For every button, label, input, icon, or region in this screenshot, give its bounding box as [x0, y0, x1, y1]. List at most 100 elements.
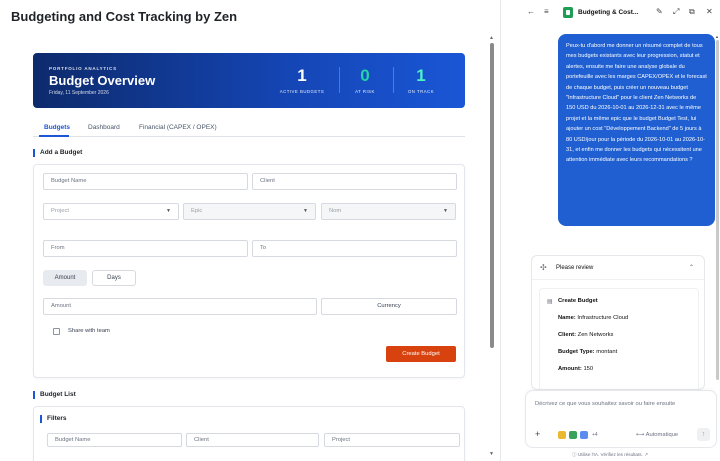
review-field-value: Zen Networks — [577, 332, 614, 338]
share-with-team-checkbox[interactable] — [53, 328, 60, 335]
tab-dashboard[interactable]: Dashboard — [88, 124, 120, 131]
review-field-amount: Amount: 150 — [558, 366, 593, 372]
assistant-title: Budgeting & Cost... — [578, 9, 639, 16]
scroll-thumb[interactable] — [490, 43, 494, 348]
review-field-value: montant — [596, 349, 618, 355]
open-external-icon[interactable]: ⧉ — [689, 7, 695, 17]
days-toggle[interactable]: Days — [92, 270, 136, 286]
project-select-value: Project — [51, 208, 70, 214]
review-action: Create Budget — [558, 298, 598, 304]
nom-select[interactable]: Nom ▼ — [321, 203, 456, 220]
tab-active-indicator — [39, 135, 69, 137]
project-select[interactable]: Project ▼ — [43, 203, 179, 220]
review-field-label: Client: — [558, 332, 577, 338]
review-field-label: Name: — [558, 315, 576, 321]
scroll-down-icon[interactable]: ▼ — [488, 451, 495, 457]
add-budget-heading: Add a Budget — [33, 149, 82, 157]
tab-financial[interactable]: Financial (CAPEX / OPEX) — [139, 124, 217, 131]
client-input[interactable]: Client — [252, 173, 457, 190]
mode-selector[interactable]: ⟷ Automatique — [636, 432, 678, 438]
panel-scroll-thumb[interactable] — [716, 40, 719, 380]
document-icon: ▤ — [547, 299, 553, 305]
stat-at-risk-value: 0 — [360, 66, 370, 85]
tool-chip-icon[interactable] — [569, 431, 577, 439]
close-icon[interactable]: ✕ — [706, 7, 713, 16]
review-title: Please review — [556, 265, 594, 271]
scroll-up-icon[interactable]: ▲ — [488, 35, 495, 41]
review-field-value: Infrastructure Cloud — [577, 315, 629, 321]
tab-budgets-label: Budgets — [44, 124, 70, 131]
tool-chip-icon[interactable] — [558, 431, 566, 439]
filter-client-input[interactable]: Client — [186, 433, 319, 447]
currency-select[interactable]: Currency — [321, 298, 457, 315]
menu-icon[interactable]: ≡ — [544, 7, 549, 16]
stat-on-track-value: 1 — [416, 66, 426, 85]
assistant-panel: ← ≡ Budgeting & Cost... ✎ ⤢ ⧉ ✕ ▲ Peux-t… — [500, 0, 720, 461]
stat-at-risk: 0 AT RISK — [336, 67, 394, 94]
from-date-input[interactable]: From — [43, 240, 248, 257]
review-field-name: Name: Infrastructure Cloud — [558, 315, 628, 321]
budget-list-card: Filters Budget Name Client Project — [33, 406, 465, 461]
main-scroll-area: PORTFOLIO ANALYTICS Budget Overview Frid… — [0, 33, 486, 461]
main-area: Budgeting and Cost Tracking by Zen PORTF… — [0, 0, 500, 461]
epic-select[interactable]: Epic ▼ — [183, 203, 316, 220]
review-details: ▤ Create Budget Name: Infrastructure Clo… — [539, 288, 699, 389]
chevron-down-icon: ▼ — [443, 208, 448, 214]
banner-eyebrow: PORTFOLIO ANALYTICS — [49, 66, 117, 71]
tab-budgets[interactable]: Budgets — [44, 124, 70, 131]
page-title: Budgeting and Cost Tracking by Zen — [11, 9, 238, 24]
tools-icon: ✣ — [540, 263, 547, 272]
create-budget-button[interactable]: Create Budget — [386, 346, 456, 362]
filter-budget-name-input[interactable]: Budget Name — [47, 433, 182, 447]
ai-disclaimer-text: Utilise l'IA. Vérifiez les résultats. — [577, 452, 643, 457]
user-message-bubble: Peux-tu d'abord me donner un résumé comp… — [558, 34, 715, 226]
amount-input[interactable]: Amount — [43, 298, 317, 315]
send-button[interactable]: ↑ — [697, 428, 710, 441]
edit-icon[interactable]: ✎ — [656, 7, 663, 16]
mode-icon: ⟷ — [636, 432, 646, 438]
review-card: ✣ Please review ⌃ ▤ Create Budget Name: … — [531, 255, 705, 390]
plus-icon[interactable]: + — [535, 429, 540, 439]
amount-toggle[interactable]: Amount — [43, 270, 87, 286]
review-header[interactable]: ✣ Please review ⌃ — [532, 256, 704, 280]
expand-icon[interactable]: ⤢ — [673, 7, 679, 17]
app-root: Budgeting and Cost Tracking by Zen PORTF… — [0, 0, 720, 461]
back-arrow-icon[interactable]: ← — [527, 7, 535, 16]
chat-input-placeholder: Décrivez ce que vous souhaitez savoir ou… — [535, 401, 676, 407]
stat-active-budgets: 1 ACTIVE BUDGETS — [273, 67, 331, 94]
external-link-icon[interactable]: ↗ — [643, 452, 648, 457]
to-date-input[interactable]: To — [252, 240, 457, 257]
add-budget-card: Budget Name Client Project ▼ Epic ▼ Nom … — [33, 164, 465, 378]
ai-disclaimer: ⓘ Utilise l'IA. Vérifiez les résultats. … — [572, 452, 648, 458]
tool-chip-icon[interactable] — [580, 431, 588, 439]
banner-title: Budget Overview — [49, 73, 156, 88]
tool-chip-count: +4 — [592, 432, 598, 438]
nom-select-value: Nom — [329, 208, 342, 214]
review-field-client: Client: Zen Networks — [558, 332, 613, 338]
filters-heading: Filters — [40, 415, 67, 423]
chevron-up-icon[interactable]: ⌃ — [689, 264, 694, 271]
mode-label: Automatique — [645, 432, 679, 438]
tab-bar: Budgets Dashboard Financial (CAPEX / OPE… — [33, 120, 465, 137]
share-with-team-label: Share with team — [68, 328, 110, 334]
review-field-label: Budget Type: — [558, 349, 595, 355]
assistant-header: ← ≡ Budgeting & Cost... ✎ ⤢ ⧉ ✕ — [501, 0, 720, 26]
stat-at-risk-label: AT RISK — [355, 89, 375, 94]
epic-select-value: Epic — [191, 208, 203, 214]
budget-name-input[interactable]: Budget Name — [43, 173, 248, 190]
panel-scroll-up-icon[interactable]: ▲ — [715, 34, 719, 39]
chevron-down-icon: ▼ — [166, 208, 171, 214]
stat-active-budgets-value: 1 — [297, 66, 307, 85]
review-field-label: Amount: — [558, 366, 582, 372]
review-field-budget-type: Budget Type: montant — [558, 349, 617, 355]
chat-input-box[interactable]: Décrivez ce que vous souhaitez savoir ou… — [525, 390, 717, 448]
stat-on-track-label: ON TRACK — [407, 89, 435, 94]
main-scrollbar[interactable]: ▲ ▼ — [488, 33, 495, 461]
app-logo-icon — [563, 7, 573, 18]
stat-on-track: 1 ON TRACK — [392, 67, 450, 94]
stat-active-budgets-label: ACTIVE BUDGETS — [279, 89, 325, 94]
filter-project-input[interactable]: Project — [324, 433, 460, 447]
chevron-down-icon: ▼ — [303, 208, 308, 214]
banner-date: Friday, 11 September 2026 — [49, 90, 109, 96]
review-field-value: 150 — [583, 366, 594, 372]
